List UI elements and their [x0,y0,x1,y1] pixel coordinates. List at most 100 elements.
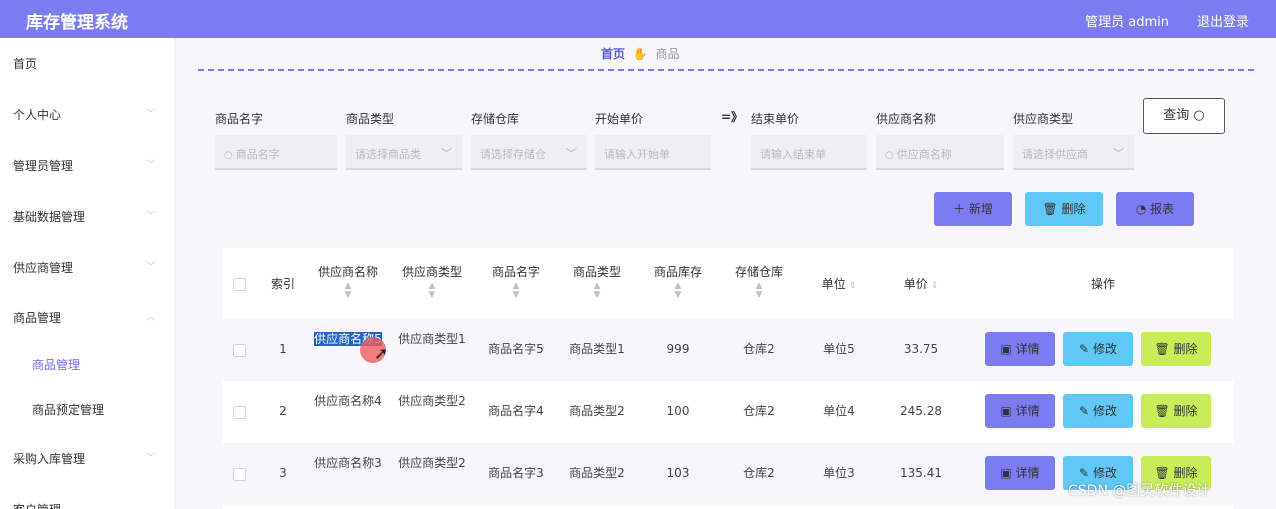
supplier-name-placeholder: 供应商名称 [896,148,952,161]
row-checkbox[interactable] [233,406,246,419]
cell-supplier: 供应商名称3 [314,456,382,470]
top-bar: 库存管理系统 管理员 admin 退出登录 [0,0,1276,38]
cell-supplier-type: 供应商类型2 [398,394,466,408]
sidebar-item-goods[interactable]: 商品管理 ︿ [0,292,175,342]
breadcrumb-current: 商品 [655,47,680,61]
supplier-name-input[interactable]: ○ 供应商名称 [876,135,1004,170]
cell-goods-name: 商品名字4 [488,404,544,418]
sidebar-subitem-goods-reserve[interactable]: 商品预定管理 [0,387,175,432]
label-start-price: 开始单价 [595,112,644,126]
cell-supplier: 供应商名称4 [314,394,382,408]
sidebar-item-purchase[interactable]: 采购入库管理 ﹀ [0,433,175,483]
cursor-icon: ➚ [374,344,389,364]
supplier-type-placeholder: 请选择供应商 [1022,148,1088,161]
sidebar-subitem-label: 商品管理 [32,358,81,372]
delete-button[interactable]: 🗑 删除 [1141,332,1211,366]
chart-icon: ◔ [1135,202,1147,216]
header-price[interactable]: 单价 ⇕ [883,248,959,318]
trash-icon: 🗑 [1154,404,1170,418]
sidebar-item-label: 首页 [13,57,38,71]
chevron-down-icon: ﹀ [146,453,156,464]
header-actions: 操作 [1090,277,1115,291]
header-supplier[interactable]: 供应商名称 ▲ ▼ [311,248,385,318]
chevron-up-icon: ︿ [146,312,156,323]
detail-button[interactable]: ▣ 详情 [985,456,1055,490]
label-supplier-name: 供应商名称 [876,112,937,126]
label-goods-name: 商品名字 [215,112,264,126]
header-goods-name[interactable]: 商品名字 ▲ ▼ [478,248,554,318]
add-button[interactable]: ＋ 新增 [934,192,1012,226]
header-unit[interactable]: 单位 ⇕ [801,248,877,318]
trash-icon: 🗑 [1154,466,1170,480]
cell-supplier-type: 供应商类型1 [398,332,466,346]
logout-link[interactable]: 退出登录 [1197,11,1249,30]
report-button[interactable]: ◔ 报表 [1116,192,1194,226]
detail-button[interactable]: ▣ 详情 [985,332,1055,366]
batch-delete-button[interactable]: 🗑 删除 [1025,192,1103,226]
sidebar-item-home[interactable]: 首页 [0,38,175,88]
cell-price: 135.41 [900,466,942,480]
cell-stock: 999 [666,342,690,356]
label-supplier-type: 供应商类型 [1013,112,1074,126]
search-icon: ○ [224,150,233,161]
cell-index: 3 [279,466,287,480]
query-button[interactable]: 查询 ○ [1143,98,1225,134]
sidebar-subitem-goods[interactable]: 商品管理 [0,342,175,387]
sidebar-item-admin[interactable]: 管理员管理 ﹀ [0,140,175,190]
delete-label: 删除 [1061,202,1086,216]
cell-unit: 单位4 [823,404,855,418]
supplier-type-select[interactable]: 请选择供应商 ﹀ [1013,135,1134,170]
select-all-checkbox[interactable] [233,278,246,291]
detail-icon: ▣ [1000,404,1012,418]
cell-warehouse: 仓库2 [743,342,775,356]
sidebar-item-label: 客户管理 [13,501,61,509]
delete-button[interactable]: 🗑 删除 [1141,394,1211,428]
sidebar: 首页 个人中心 ﹀ 管理员管理 ﹀ 基础数据管理 ﹀ 供应商管理 ﹀ 商品管理 … [0,38,176,509]
header-stock[interactable]: 商品库存 ▲ ▼ [640,248,716,318]
label-warehouse: 存储仓库 [471,112,520,126]
chevron-down-icon: ﹀ [1113,147,1124,160]
cell-price: 245.28 [900,404,942,418]
detail-button[interactable]: ▣ 详情 [985,394,1055,428]
cell-goods-type: 商品类型2 [569,404,625,418]
search-icon: ○ [1193,108,1205,123]
sidebar-item-profile[interactable]: 个人中心 ﹀ [0,89,175,139]
end-price-input[interactable]: 请输入结束单 [751,135,867,170]
header-goods-type[interactable]: 商品类型 ▲ ▼ [559,248,635,318]
chevron-down-icon: ﹀ [146,211,156,222]
goods-type-placeholder: 请选择商品类 [355,148,421,161]
row-checkbox[interactable] [233,344,246,357]
header-supplier-type[interactable]: 供应商类型 ▲ ▼ [395,248,469,318]
app-title: 库存管理系统 [26,13,128,33]
range-separator: =》 [721,110,744,124]
goods-type-select[interactable]: 请选择商品类 ﹀ [346,135,462,170]
goods-name-input[interactable]: ○ 商品名字 [215,135,337,170]
sort-icon: ▲ ▼ [593,281,601,300]
row-checkbox[interactable] [233,468,246,481]
sidebar-item-basic-data[interactable]: 基础数据管理 ﹀ [0,191,175,241]
sort-icon: ▲ ▼ [344,281,352,300]
hand-icon: ✋ [632,47,648,61]
sidebar-item-customer[interactable]: 客户管理 [0,484,175,509]
edit-button[interactable]: ✎ 修改 [1063,394,1133,428]
sidebar-item-supplier[interactable]: 供应商管理 ﹀ [0,242,175,292]
sort-icon: ⇕ [930,281,939,291]
breadcrumb-home[interactable]: 首页 [601,47,625,61]
goods-name-placeholder: 商品名字 [235,148,280,161]
header-warehouse[interactable]: 存储仓库 ▲ ▼ [721,248,797,318]
sidebar-item-label: 管理员管理 [13,159,74,173]
sidebar-item-label: 个人中心 [13,108,62,122]
warehouse-select[interactable]: 请选择存储仓 ﹀ [471,135,587,170]
divider [198,69,1254,71]
cell-index: 1 [279,342,287,356]
chevron-down-icon: ﹀ [146,262,156,273]
cell-goods-type: 商品类型2 [569,466,625,480]
detail-icon: ▣ [1000,342,1012,356]
cell-stock: 100 [666,404,690,418]
start-price-placeholder: 请输入开始单 [604,148,670,161]
label-goods-type: 商品类型 [346,112,395,126]
cell-goods-name: 商品名字3 [488,466,544,480]
start-price-input[interactable]: 请输入开始单 [595,135,711,170]
cell-stock: 103 [666,466,690,480]
edit-button[interactable]: ✎ 修改 [1063,332,1133,366]
